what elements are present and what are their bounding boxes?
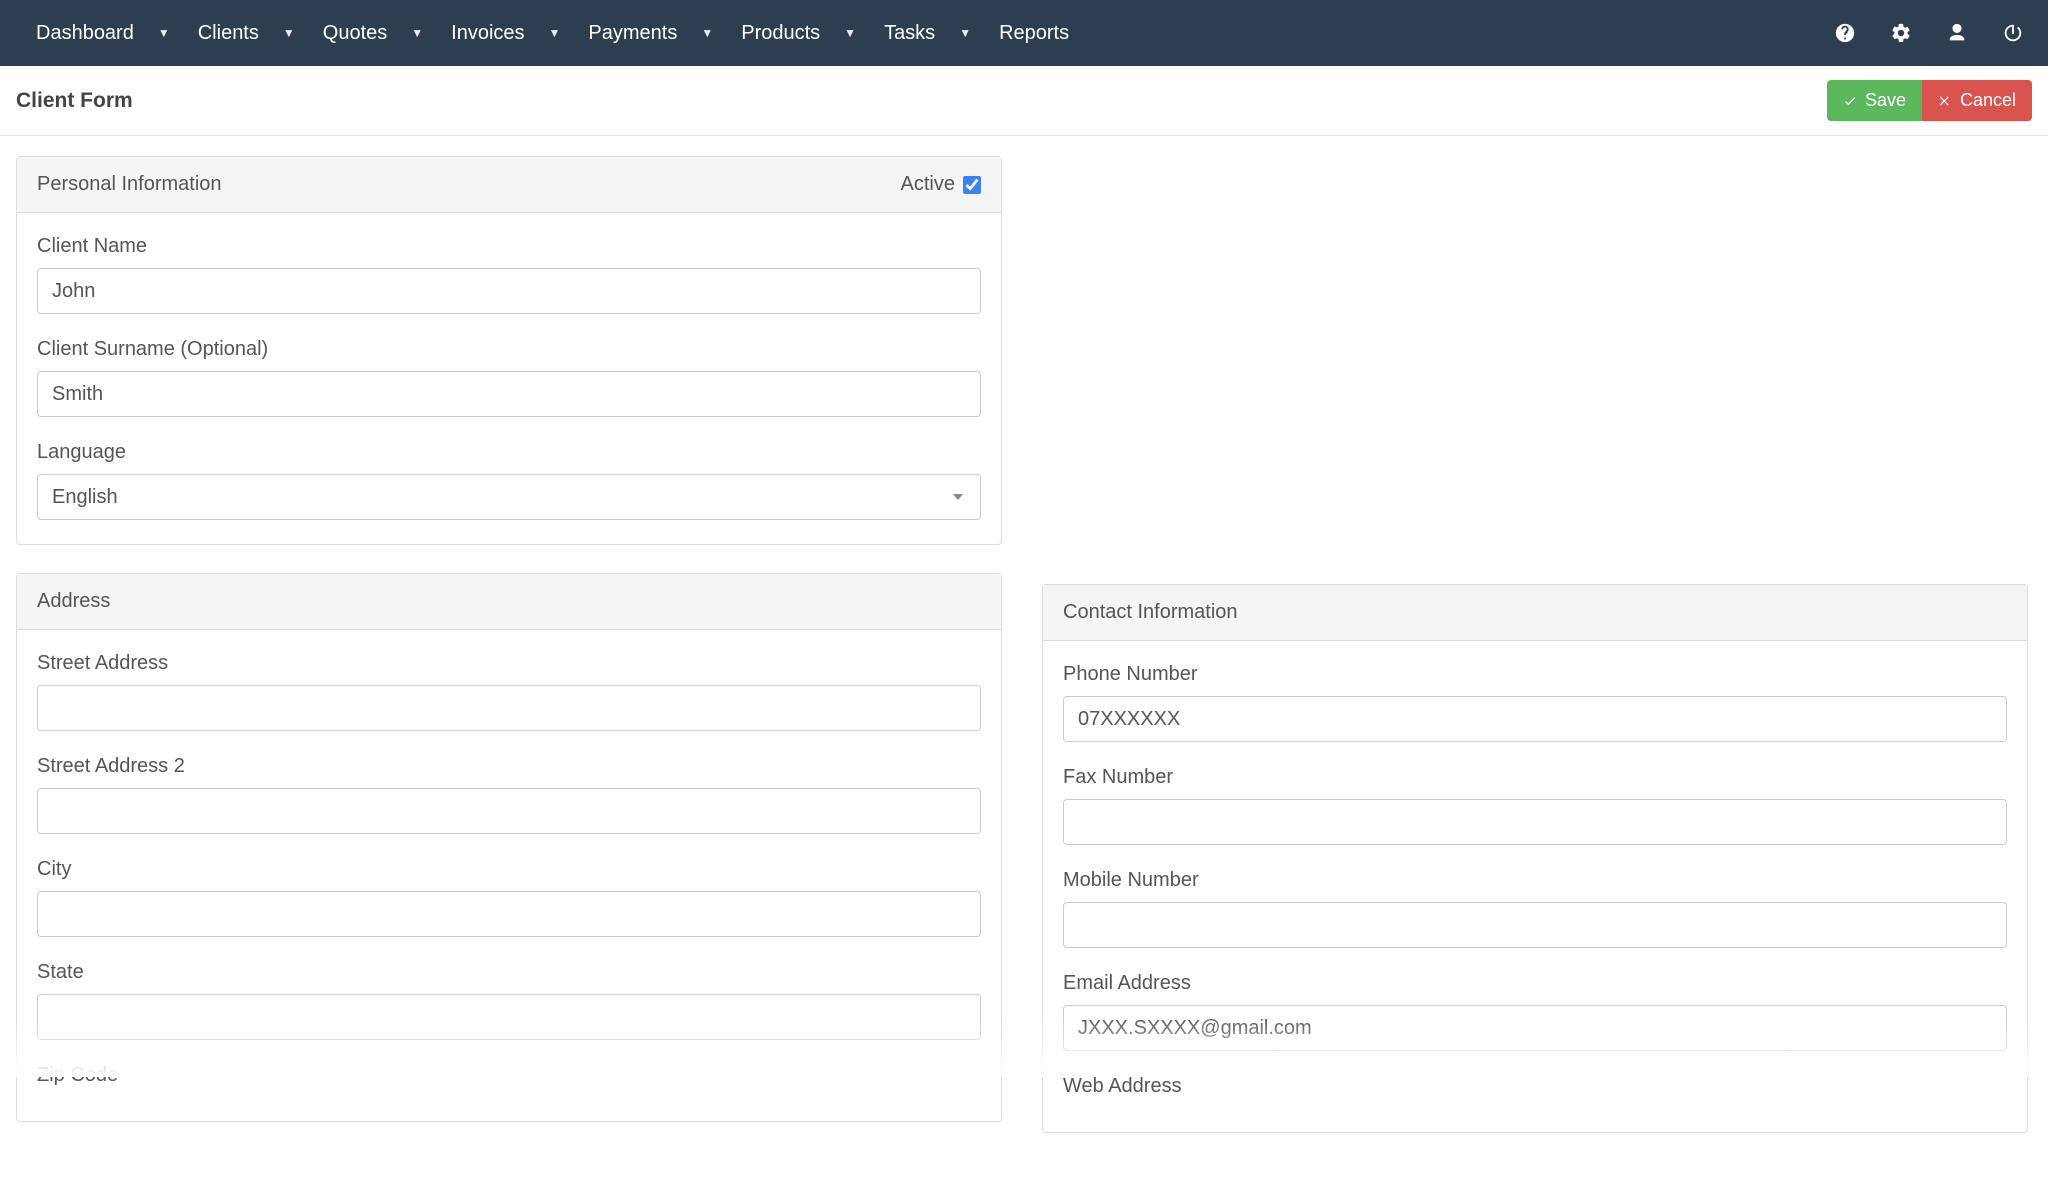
nav-item-reports[interactable]: Reports [985,0,1083,66]
cancel-button-label: Cancel [1960,90,2016,111]
caret-down-icon: ▼ [549,26,561,40]
street-address-label: Street Address [37,652,981,675]
panel-header: Contact Information [1043,585,2027,641]
nav-item-dashboard[interactable]: Dashboard ▼ [22,0,184,66]
email-address-input[interactable] [1063,1005,2007,1051]
nav-menu: Dashboard ▼ Clients ▼ Quotes ▼ Invoices … [22,0,1832,66]
panel-header: Personal Information Active [17,157,1001,213]
mobile-number-input[interactable] [1063,902,2007,948]
zip-code-label: Zip Code [37,1064,981,1087]
nav-label: Tasks [884,22,935,45]
nav-item-products[interactable]: Products ▼ [727,0,870,66]
language-select[interactable] [37,474,981,520]
panel-body: Street Address Street Address 2 City Sta… [17,630,1001,1121]
nav-label: Reports [999,22,1069,45]
page-subheader: Client Form Save Cancel [0,66,2048,136]
nav-item-quotes[interactable]: Quotes ▼ [309,0,437,66]
panel-title: Personal Information [37,173,222,196]
web-address-label: Web Address [1063,1075,2007,1098]
close-icon [1938,94,1952,108]
nav-icons [1832,20,2026,46]
fax-number-input[interactable] [1063,799,2007,845]
nav-label: Clients [198,22,259,45]
panel-body: Phone Number Fax Number Mobile Number Em… [1043,641,2027,1132]
caret-down-icon: ▼ [411,26,423,40]
panel-personal-information: Personal Information Active Client Name … [16,156,1002,545]
mobile-number-label: Mobile Number [1063,869,2007,892]
page-title: Client Form [16,89,133,113]
spacer [1042,156,2028,556]
fax-number-label: Fax Number [1063,766,2007,789]
email-address-label: Email Address [1063,972,2007,995]
left-column: Personal Information Active Client Name … [16,156,1002,1133]
panel-contact-information: Contact Information Phone Number Fax Num… [1042,584,2028,1133]
active-checkbox[interactable] [963,176,981,194]
panel-body: Client Name Client Surname (Optional) La… [17,213,1001,544]
nav-label: Invoices [451,22,524,45]
save-button[interactable]: Save [1827,80,1922,121]
panel-header: Address [17,574,1001,630]
nav-item-invoices[interactable]: Invoices ▼ [437,0,574,66]
nav-label: Products [741,22,820,45]
right-column: Contact Information Phone Number Fax Num… [1042,156,2028,1133]
panel-address: Address Street Address Street Address 2 … [16,573,1002,1122]
help-icon[interactable] [1832,20,1858,46]
save-button-label: Save [1865,90,1906,111]
caret-down-icon: ▼ [701,26,713,40]
check-icon [1843,94,1857,108]
nav-label: Dashboard [36,22,134,45]
user-icon[interactable] [1944,20,1970,46]
phone-number-label: Phone Number [1063,663,2007,686]
caret-down-icon: ▼ [283,26,295,40]
state-input[interactable] [37,994,981,1040]
client-surname-input[interactable] [37,371,981,417]
street-address-2-input[interactable] [37,788,981,834]
client-name-input[interactable] [37,268,981,314]
phone-number-input[interactable] [1063,696,2007,742]
panel-title: Address [37,590,110,613]
nav-item-payments[interactable]: Payments ▼ [574,0,727,66]
active-label: Active [901,173,955,196]
language-label: Language [37,441,981,464]
state-label: State [37,961,981,984]
nav-item-tasks[interactable]: Tasks ▼ [870,0,985,66]
client-name-label: Client Name [37,235,981,258]
power-icon[interactable] [2000,20,2026,46]
caret-down-icon: ▼ [844,26,856,40]
street-address-input[interactable] [37,685,981,731]
street-address-2-label: Street Address 2 [37,755,981,778]
city-input[interactable] [37,891,981,937]
cancel-button[interactable]: Cancel [1922,80,2032,121]
caret-down-icon: ▼ [158,26,170,40]
city-label: City [37,858,981,881]
nav-label: Quotes [323,22,387,45]
action-buttons: Save Cancel [1827,80,2032,121]
caret-down-icon: ▼ [959,26,971,40]
nav-item-clients[interactable]: Clients ▼ [184,0,309,66]
settings-icon[interactable] [1888,20,1914,46]
panel-title: Contact Information [1063,601,1238,624]
content-area: Personal Information Active Client Name … [0,136,2048,1193]
client-surname-label: Client Surname (Optional) [37,338,981,361]
top-navbar: Dashboard ▼ Clients ▼ Quotes ▼ Invoices … [0,0,2048,66]
nav-label: Payments [588,22,677,45]
